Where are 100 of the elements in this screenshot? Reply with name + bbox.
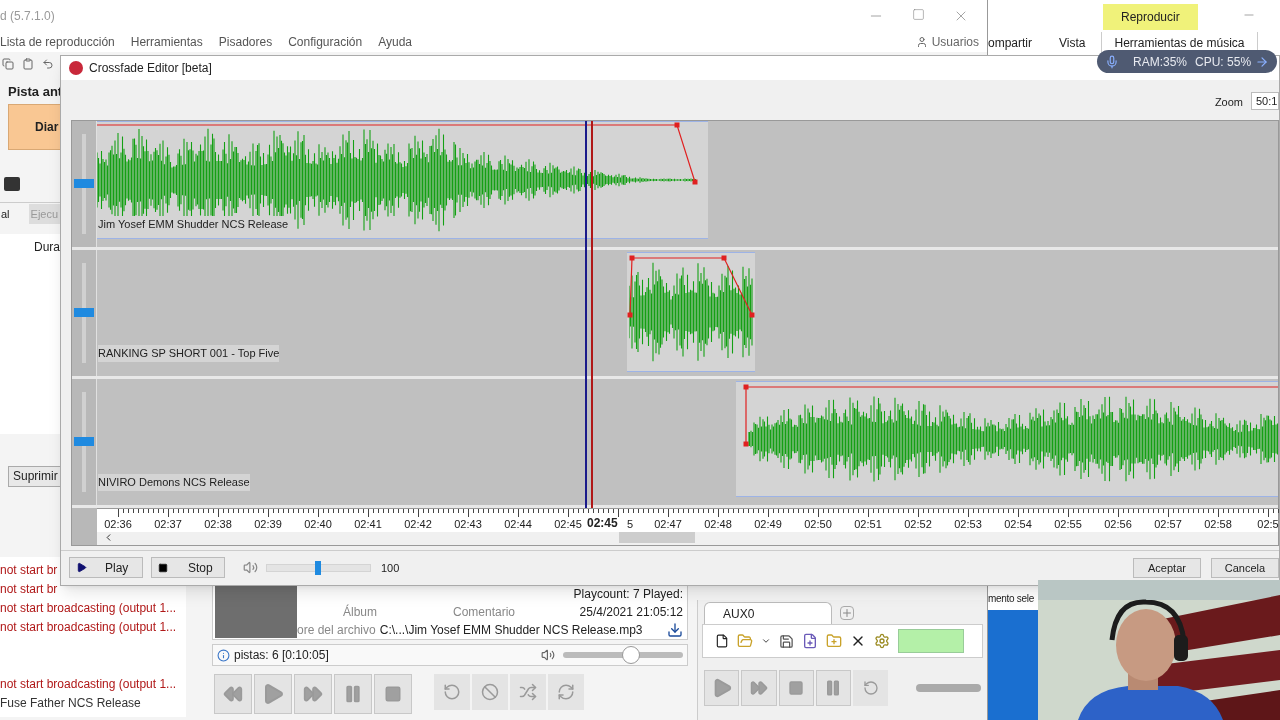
mic-icon	[1105, 54, 1119, 69]
crossfade-marker[interactable]	[591, 120, 593, 508]
time-label: 02:52	[904, 516, 932, 532]
time-label: 02:37	[154, 516, 182, 532]
menu-item[interactable]: Herramientas	[130, 33, 203, 51]
shuffle-icon	[519, 683, 537, 701]
time-label: 02:56	[1104, 516, 1132, 532]
field-label: Comentario	[453, 604, 516, 621]
zoom-field[interactable]: 50:1	[1251, 92, 1279, 111]
time-label: 02:43	[454, 516, 482, 532]
time-label: 02:58	[1204, 516, 1232, 532]
add-folder-icon[interactable]	[826, 633, 842, 649]
save-icon[interactable]	[779, 633, 794, 649]
log-line: not start broadcasting (output 1...	[0, 618, 177, 636]
tab[interactable]: al	[0, 204, 11, 224]
volume-slider-thumb[interactable]	[74, 437, 94, 447]
dialog-title: Crossfade Editor [beta]	[89, 60, 212, 78]
stop-button[interactable]	[778, 670, 814, 706]
copy-icon[interactable]	[2, 58, 14, 70]
rewind-button[interactable]	[214, 674, 252, 714]
paste-icon[interactable]	[22, 58, 34, 70]
time-label: 02:5	[1257, 516, 1279, 532]
fast-forward-icon	[749, 679, 768, 697]
time-label: 02:41	[354, 516, 382, 532]
time-label: 02:45	[554, 516, 582, 532]
field-label: Álbum	[343, 603, 377, 621]
maximize-icon[interactable]	[912, 8, 925, 21]
info-icon	[217, 648, 230, 662]
menu-item[interactable]: Lista de reproducción	[0, 33, 115, 51]
pause-button[interactable]	[815, 670, 852, 706]
settings-icon[interactable]	[874, 633, 890, 649]
window-title: d (5.7.1.0)	[0, 8, 55, 25]
log-line: Fuse Father NCS Release	[0, 694, 141, 712]
volume-thumb[interactable]	[314, 560, 321, 575]
play-button[interactable]	[704, 670, 740, 706]
time-label: 02:36	[104, 516, 132, 532]
download-icon[interactable]	[667, 622, 683, 638]
shuffle-button[interactable]	[510, 674, 546, 710]
time-label: 02:47	[654, 516, 682, 532]
file-path: C:\...\Jim Yosef EMM Shudder NCS Release.mp3	[379, 622, 643, 639]
new-file-icon[interactable]	[715, 634, 729, 648]
play-icon	[76, 562, 87, 574]
mixer-icon[interactable]	[4, 176, 20, 191]
volume-slider[interactable]	[266, 560, 371, 575]
time-label: 02:50	[804, 516, 832, 532]
time-label: 02:57	[1154, 516, 1182, 532]
track-name: Jim Yosef EMM Shudder NCS Release	[98, 216, 289, 233]
volume-slider-thumb[interactable]	[74, 179, 94, 189]
volume-slider-thumb[interactable]	[74, 308, 94, 318]
block-button[interactable]	[472, 674, 508, 710]
repeat-icon	[862, 680, 879, 696]
scrollbar-thumb[interactable]	[619, 531, 695, 543]
zoom-label: Zoom	[1214, 95, 1243, 111]
refresh-icon	[557, 683, 575, 701]
status-text: pistas: 6 [0:10:05]	[234, 647, 329, 664]
aux-tab[interactable]: AUX0	[704, 602, 832, 624]
volume-icon[interactable]	[541, 648, 555, 662]
time-label: 02:49	[754, 516, 782, 532]
dialog-button[interactable]: Aceptar	[1133, 557, 1201, 578]
ribbon-tab[interactable]: Vista	[1059, 32, 1086, 54]
menu-item[interactable]: Configuración	[288, 33, 363, 51]
play-button[interactable]: Play	[69, 557, 143, 579]
users-button[interactable]: Usuarios	[931, 33, 979, 51]
stop-button[interactable]: Stop	[151, 557, 225, 579]
undo-icon[interactable]	[42, 58, 54, 70]
forward-button[interactable]	[741, 670, 777, 706]
time-label: 02:48	[704, 516, 732, 532]
column-header: Dura	[34, 239, 60, 254]
forward-button[interactable]	[294, 674, 332, 714]
log-line: not start br	[0, 580, 58, 598]
slider-track[interactable]	[916, 684, 981, 692]
volume-thumb[interactable]	[622, 646, 641, 664]
log-line: not start broadcasting (output 1...	[0, 675, 177, 693]
dropdown-icon[interactable]	[761, 636, 771, 646]
volume-reading: 100	[381, 560, 400, 576]
menu-item[interactable]: Ayuda	[378, 33, 412, 51]
repeat-button[interactable]	[434, 674, 470, 710]
time-label: 5	[627, 516, 634, 532]
context-label: Reproducir	[1103, 4, 1198, 30]
menu-item[interactable]: Pisadores	[218, 33, 273, 51]
block-icon	[481, 683, 499, 701]
volume-slider[interactable]	[563, 646, 683, 664]
pause-button[interactable]	[334, 674, 372, 714]
log-line: not start broadcasting (output 1...	[0, 599, 177, 617]
time-label: 02:40	[304, 516, 332, 532]
repeat-button[interactable]	[853, 670, 889, 706]
play-button[interactable]	[254, 674, 292, 714]
stop-icon	[384, 685, 402, 703]
dialog-button[interactable]: Cancela	[1211, 557, 1279, 578]
stop-button[interactable]	[374, 674, 412, 714]
track-name: RANKING SP SHORT 001 - Top Five	[98, 345, 280, 362]
open-folder-icon[interactable]	[737, 633, 753, 649]
ribbon-tab[interactable]: ompartir	[988, 32, 1032, 54]
add-file-icon[interactable]	[802, 633, 818, 649]
add-tab-icon[interactable]	[840, 606, 854, 620]
refresh-button[interactable]	[548, 674, 584, 710]
volume-icon[interactable]	[243, 560, 258, 576]
time-label: 02:54	[1004, 516, 1032, 532]
ram-reading: RAM:35%	[1133, 53, 1188, 71]
log-line: not start br	[0, 561, 58, 579]
